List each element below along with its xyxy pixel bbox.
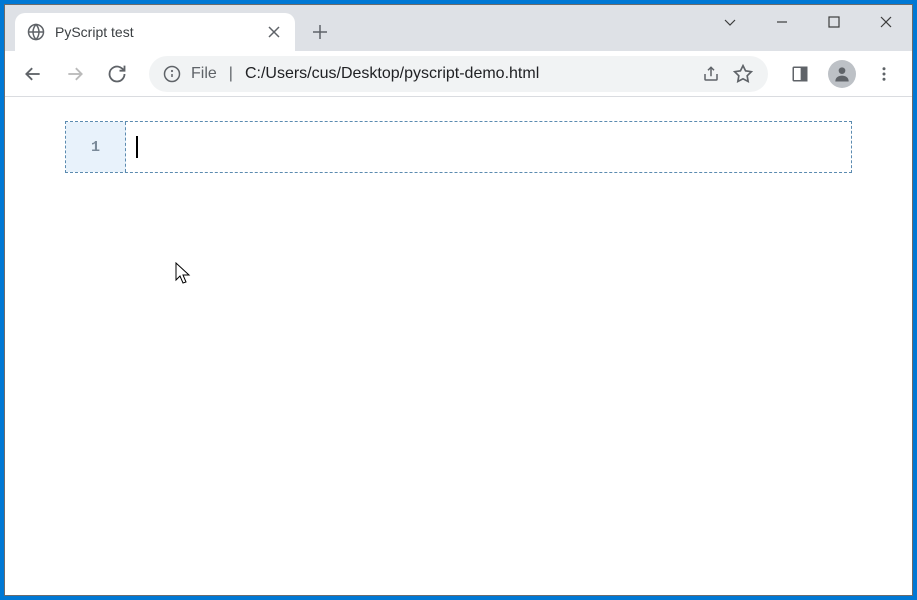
maximize-button[interactable] <box>808 5 860 39</box>
window-controls <box>704 5 912 39</box>
address-url: C:/Users/cus/Desktop/pyscript-demo.html <box>245 65 690 83</box>
line-number: 1 <box>91 139 100 156</box>
globe-icon <box>27 23 45 41</box>
browser-tab[interactable]: PyScript test <box>15 13 295 51</box>
code-input-area[interactable] <box>126 122 851 172</box>
info-icon[interactable] <box>163 65 181 83</box>
profile-avatar-icon <box>828 60 856 88</box>
text-cursor <box>136 136 138 158</box>
bookmark-icon[interactable] <box>732 63 754 85</box>
reload-button[interactable] <box>99 56 135 92</box>
line-gutter: 1 <box>66 122 126 172</box>
address-prefix: File <box>191 65 217 83</box>
titlebar: PyScript test <box>5 5 912 51</box>
close-tab-button[interactable] <box>265 23 283 41</box>
tab-title: PyScript test <box>55 24 255 40</box>
back-button[interactable] <box>15 56 51 92</box>
toolbar: File | C:/Users/cus/Desktop/pyscript-dem… <box>5 51 912 97</box>
profile-button[interactable] <box>824 56 860 92</box>
side-panel-icon[interactable] <box>782 56 818 92</box>
address-separator: | <box>229 65 233 83</box>
chevron-down-icon[interactable] <box>704 5 756 39</box>
menu-button[interactable] <box>866 56 902 92</box>
address-bar[interactable]: File | C:/Users/cus/Desktop/pyscript-dem… <box>149 56 768 92</box>
close-window-button[interactable] <box>860 5 912 39</box>
share-icon[interactable] <box>700 63 722 85</box>
forward-button[interactable] <box>57 56 93 92</box>
page-content: 1 <box>5 97 912 595</box>
code-editor[interactable]: 1 <box>65 121 852 173</box>
mouse-cursor-icon <box>175 262 193 291</box>
browser-window: PyScript test <box>4 4 913 596</box>
new-tab-button[interactable] <box>305 17 335 47</box>
minimize-button[interactable] <box>756 5 808 39</box>
